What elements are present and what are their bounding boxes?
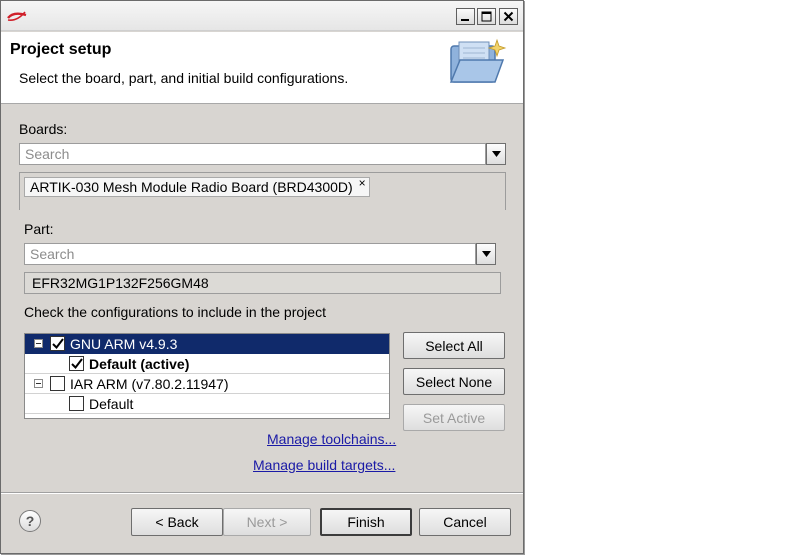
iar-default-checkbox[interactable] (69, 396, 84, 411)
selected-boards-area: ARTIK-030 Mesh Module Radio Board (BRD43… (19, 172, 506, 210)
collapse-icon[interactable] (34, 379, 43, 388)
project-setup-dialog: Project setup Select the board, part, an… (0, 0, 524, 554)
boards-dropdown-button[interactable] (486, 143, 506, 165)
close-icon (503, 11, 514, 22)
iar-default-label: Default (89, 396, 134, 412)
part-search-input[interactable]: Search (24, 243, 476, 265)
tree-row-iar-arm[interactable]: IAR ARM (v7.80.2.11947) (25, 374, 389, 394)
app-logo-icon (7, 9, 27, 23)
chevron-down-icon (491, 151, 501, 157)
tree-row-gnu-default[interactable]: Default (active) (25, 354, 389, 374)
gnu-default-checkbox[interactable] (69, 356, 84, 371)
close-window-button[interactable] (499, 8, 518, 25)
select-all-button[interactable]: Select All (403, 332, 505, 359)
footer-separator (1, 492, 523, 494)
manage-build-targets-link[interactable]: Manage build targets... (253, 457, 395, 473)
minimize-button[interactable] (456, 8, 475, 25)
cancel-button[interactable]: Cancel (419, 508, 511, 536)
checkmark-icon (70, 358, 83, 369)
configurations-tree: GNU ARM v4.9.3 Default (active) IAR ARM … (24, 333, 390, 419)
back-button[interactable]: < Back (131, 508, 223, 536)
collapse-icon[interactable] (34, 339, 43, 348)
selected-board-chip: ARTIK-030 Mesh Module Radio Board (BRD43… (24, 176, 370, 197)
part-dropdown-button[interactable] (476, 243, 496, 265)
configurations-label: Check the configurations to include in t… (24, 304, 326, 320)
finish-button[interactable]: Finish (320, 508, 412, 536)
tree-row-gnu-arm[interactable]: GNU ARM v4.9.3 (25, 334, 389, 354)
tree-row-iar-default[interactable]: Default (25, 394, 389, 414)
checkmark-icon (51, 338, 64, 349)
selected-board-label: ARTIK-030 Mesh Module Radio Board (BRD43… (30, 179, 353, 195)
minimize-icon (461, 19, 469, 21)
wizard-folder-icon (447, 36, 511, 94)
gnu-arm-label: GNU ARM v4.9.3 (70, 336, 178, 352)
set-active-button[interactable]: Set Active (403, 404, 505, 431)
wizard-header: Project setup Select the board, part, an… (1, 32, 523, 104)
iar-arm-checkbox[interactable] (50, 376, 65, 391)
iar-arm-label: IAR ARM (v7.80.2.11947) (70, 376, 229, 392)
part-value-field[interactable]: EFR32MG1P132F256GM48 (24, 272, 501, 294)
manage-toolchains-link[interactable]: Manage toolchains... (267, 431, 396, 447)
maximize-icon (481, 11, 492, 22)
gnu-arm-checkbox[interactable] (50, 336, 65, 351)
gnu-default-label: Default (active) (89, 356, 190, 372)
page-description: Select the board, part, and initial buil… (19, 70, 349, 86)
title-bar (1, 1, 523, 31)
maximize-button[interactable] (477, 8, 496, 25)
boards-search-input[interactable]: Search (19, 143, 486, 165)
select-none-button[interactable]: Select None (403, 368, 505, 395)
remove-board-icon[interactable]: × (359, 176, 366, 190)
help-icon[interactable]: ? (19, 510, 41, 532)
part-label: Part: (24, 221, 54, 237)
page-title: Project setup (10, 41, 112, 58)
chevron-down-icon (481, 251, 491, 257)
next-button[interactable]: Next > (223, 508, 311, 536)
boards-label: Boards: (19, 121, 68, 137)
